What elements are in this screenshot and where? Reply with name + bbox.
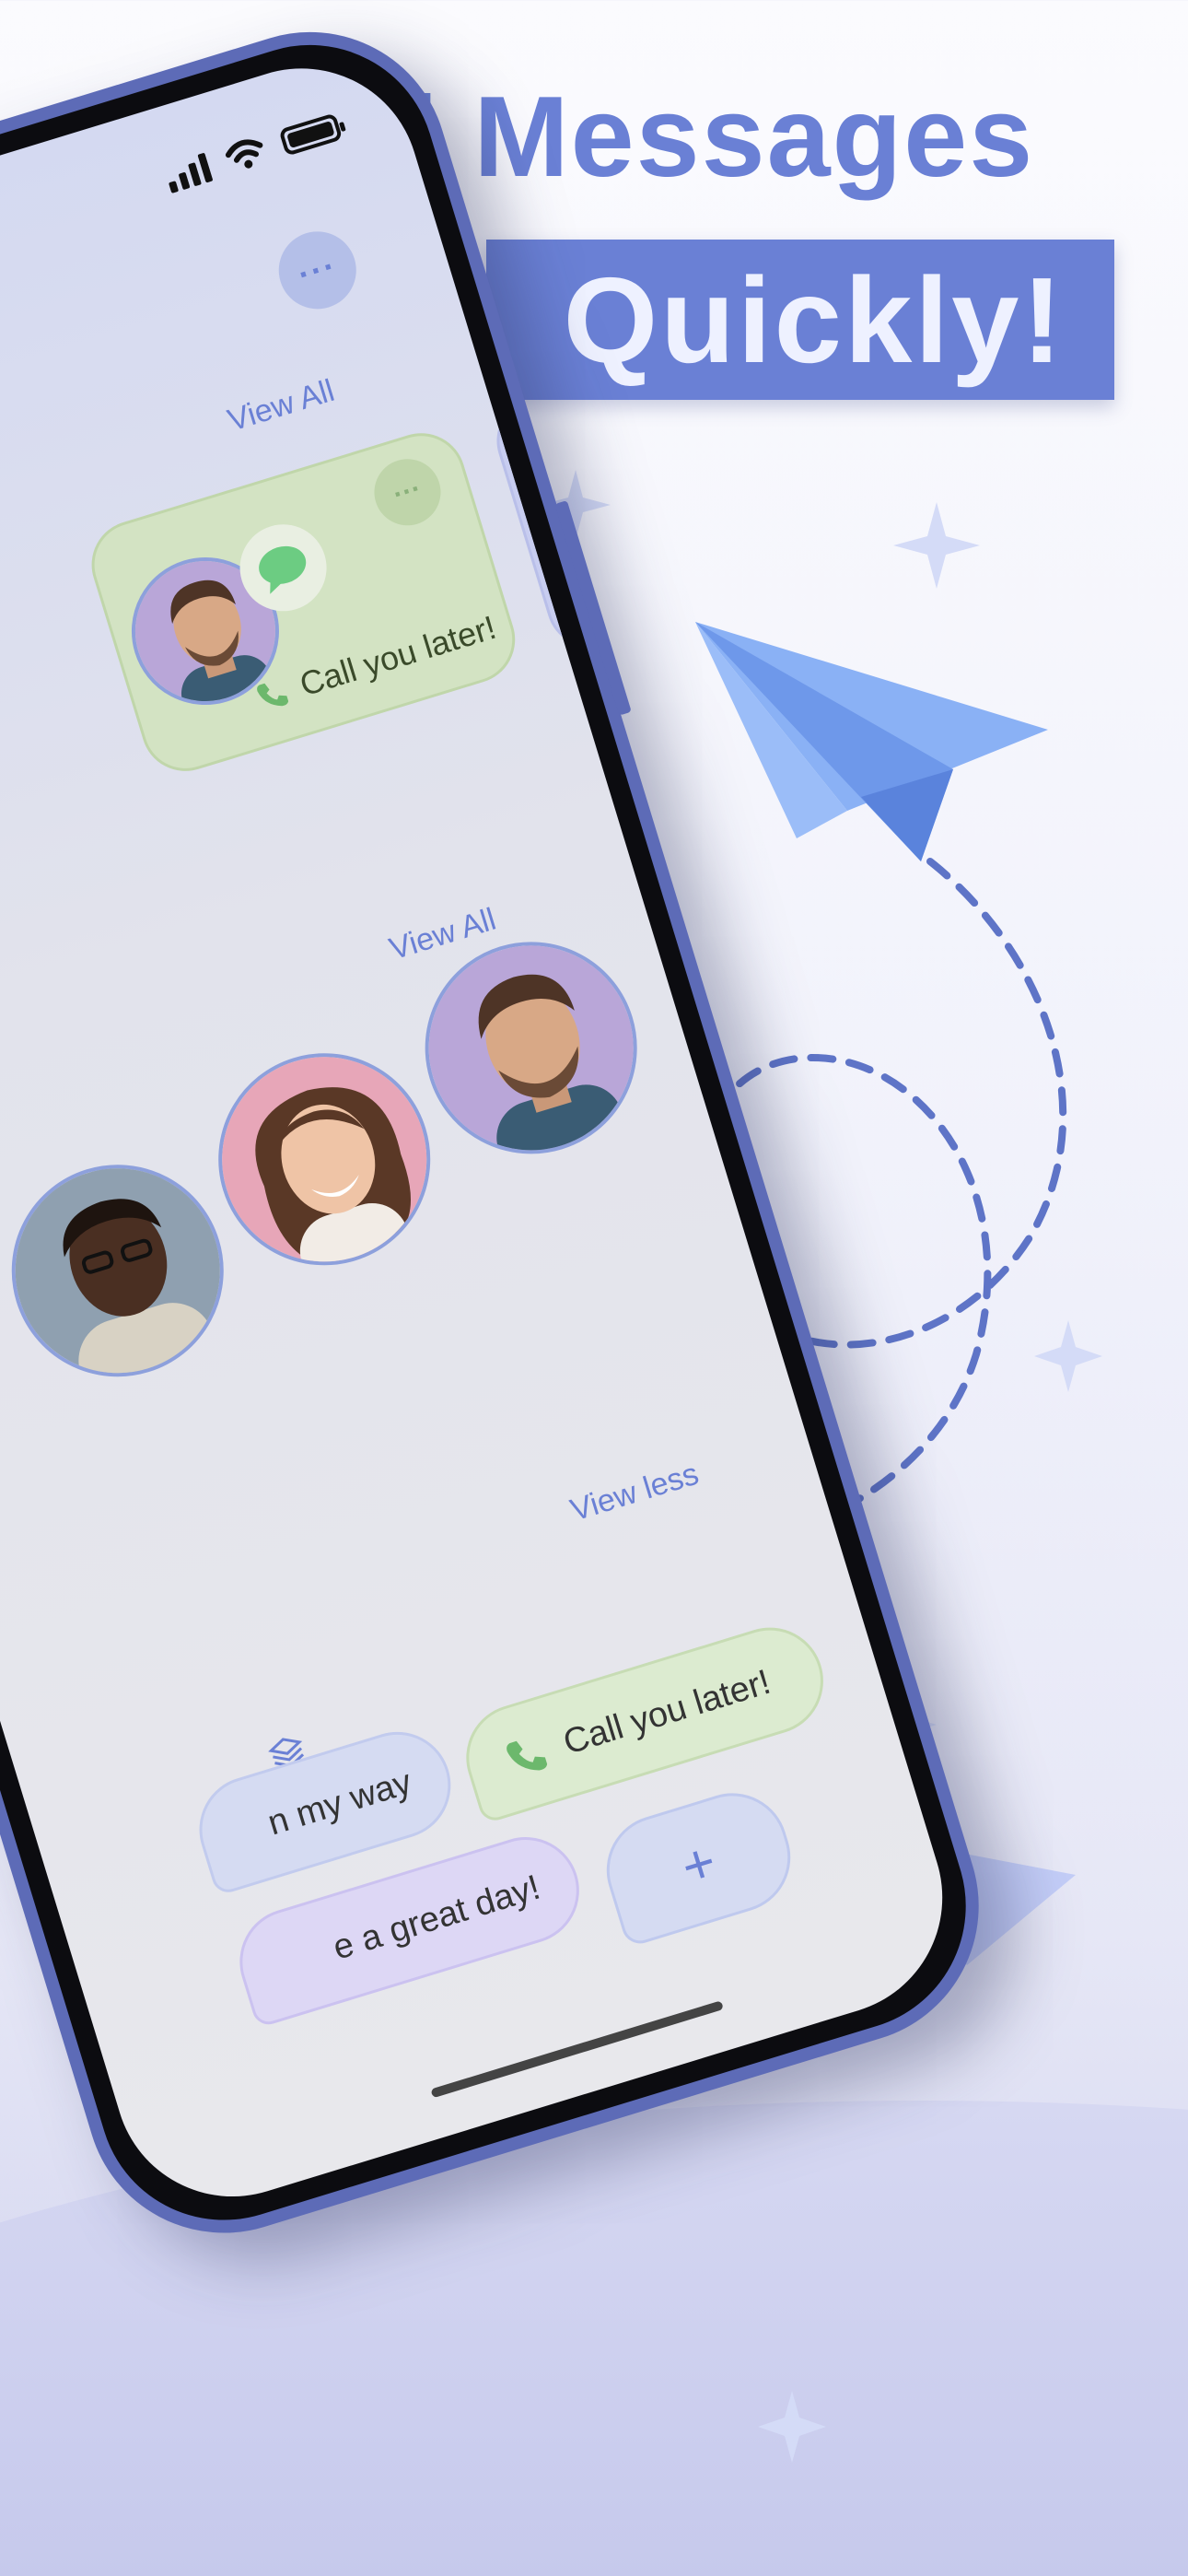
recent-message-card[interactable]: ··· Call you later! <box>80 422 527 782</box>
phone-icon <box>257 683 289 707</box>
sparkle-icon <box>893 502 980 589</box>
quick-reply-text: n my way <box>262 1762 416 1843</box>
quick-replies-view-less-link[interactable]: View less <box>566 1457 703 1529</box>
battery-icon <box>278 112 344 157</box>
quick-reply-text: e a great day! <box>328 1868 545 1968</box>
phone-icon <box>507 1740 548 1771</box>
status-bar <box>163 111 344 193</box>
recent-card-message-text: Call you later! <box>295 607 501 704</box>
contact-avatar[interactable] <box>192 1026 457 1292</box>
sparkle-icon <box>1034 1320 1102 1392</box>
contact-avatar[interactable] <box>399 915 664 1180</box>
promo-highlight-text: Quickly! <box>563 252 1066 388</box>
recent-view-all-link[interactable]: View All <box>224 373 339 439</box>
add-quick-reply-button[interactable]: + <box>592 1779 805 1949</box>
recent-card-message: Call you later! <box>251 608 501 718</box>
quick-reply-chip[interactable]: Call you later! <box>452 1614 837 1825</box>
wifi-icon <box>225 139 263 169</box>
home-indicator <box>430 2000 724 2099</box>
promo-highlight-banner: Quickly! <box>486 240 1114 400</box>
chat-bubble-icon <box>259 545 307 594</box>
quick-reply-text: Call you later! <box>558 1662 775 1762</box>
sparkle-icon <box>758 2391 826 2463</box>
paper-plane-large-icon <box>695 622 1048 861</box>
signal-icon <box>163 151 214 193</box>
more-options-button[interactable]: ··· <box>269 221 367 319</box>
card-more-button[interactable]: ··· <box>366 451 449 534</box>
contact-avatar[interactable] <box>0 1138 250 1403</box>
